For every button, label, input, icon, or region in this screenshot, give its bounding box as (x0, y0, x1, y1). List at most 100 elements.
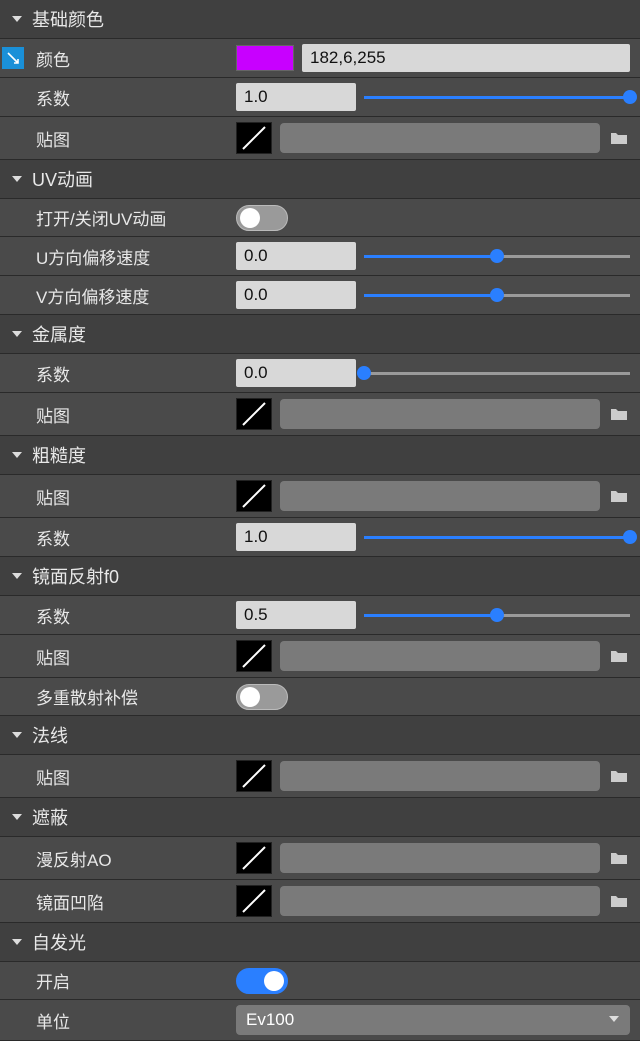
row-emission-enable: 开启 (0, 962, 640, 1000)
folder-icon[interactable] (608, 649, 630, 663)
section-header-uv-anim[interactable]: UV动画 (0, 160, 640, 199)
row-metallic-factor: 系数 (0, 354, 640, 393)
chevron-down-icon (10, 327, 24, 341)
map-label: 贴图 (36, 764, 236, 789)
emission-enable-label: 开启 (36, 968, 236, 993)
color-value-input[interactable] (302, 44, 630, 72)
folder-icon[interactable] (608, 894, 630, 908)
v-speed-label: V方向偏移速度 (36, 283, 236, 308)
section-title: 粗糙度 (32, 442, 86, 468)
row-normal-map: 贴图 (0, 755, 640, 798)
section-title: 遮蔽 (32, 804, 68, 830)
chevron-down-icon (10, 728, 24, 742)
folder-icon[interactable] (608, 851, 630, 865)
section-title: 法线 (32, 722, 68, 748)
v-speed-input[interactable] (236, 281, 356, 309)
folder-icon[interactable] (608, 489, 630, 503)
chevron-down-icon (608, 1010, 620, 1030)
color-swatch[interactable] (236, 45, 294, 71)
section-title: 基础颜色 (32, 6, 104, 32)
emission-enable-toggle[interactable] (236, 968, 288, 994)
section-header-emission[interactable]: 自发光 (0, 923, 640, 962)
map-preview-icon[interactable] (236, 398, 272, 430)
map-preview-icon[interactable] (236, 640, 272, 672)
map-preview-icon[interactable] (236, 480, 272, 512)
map-path-input[interactable] (280, 399, 600, 429)
row-specular-factor: 系数 (0, 596, 640, 635)
map-preview-icon[interactable] (236, 842, 272, 874)
map-preview-icon[interactable] (236, 885, 272, 917)
base-color-indicator-icon[interactable] (2, 47, 24, 69)
map-path-input[interactable] (280, 123, 600, 153)
chevron-down-icon (10, 569, 24, 583)
map-label: 贴图 (36, 126, 236, 151)
v-speed-slider[interactable] (364, 281, 630, 309)
factor-slider[interactable] (364, 359, 630, 387)
map-preview-icon[interactable] (236, 760, 272, 792)
row-uv-toggle: 打开/关闭UV动画 (0, 199, 640, 237)
factor-label: 系数 (36, 603, 236, 628)
u-speed-slider[interactable] (364, 242, 630, 270)
factor-slider[interactable] (364, 523, 630, 551)
row-diffuse-ao: 漫反射AO (0, 837, 640, 880)
factor-value-input[interactable] (236, 523, 356, 551)
factor-value-input[interactable] (236, 601, 356, 629)
factor-label: 系数 (36, 361, 236, 386)
row-base-color: 颜色 (0, 39, 640, 78)
map-label: 贴图 (36, 402, 236, 427)
row-metallic-map: 贴图 (0, 393, 640, 436)
row-specular-map: 贴图 (0, 635, 640, 678)
material-properties-panel: 基础颜色 颜色 系数 贴图 UV动画 打开/关闭UV动画 (0, 0, 640, 1041)
folder-icon[interactable] (608, 131, 630, 145)
row-ms-comp: 多重散射补偿 (0, 678, 640, 716)
map-path-input[interactable] (280, 886, 600, 916)
factor-label: 系数 (36, 85, 236, 110)
section-header-base-color[interactable]: 基础颜色 (0, 0, 640, 39)
chevron-down-icon (10, 810, 24, 824)
section-title: UV动画 (32, 166, 93, 192)
map-path-input[interactable] (280, 481, 600, 511)
map-preview-icon[interactable] (236, 122, 272, 154)
chevron-down-icon (10, 12, 24, 26)
u-speed-label: U方向偏移速度 (36, 244, 236, 269)
factor-value-input[interactable] (236, 83, 356, 111)
section-title: 镜面反射f0 (32, 563, 119, 589)
emission-unit-dropdown[interactable]: Ev100 (236, 1005, 630, 1035)
section-title: 自发光 (32, 929, 86, 955)
ms-comp-label: 多重散射补偿 (36, 684, 236, 709)
chevron-down-icon (10, 172, 24, 186)
row-base-factor: 系数 (0, 78, 640, 117)
map-path-input[interactable] (280, 641, 600, 671)
row-roughness-factor: 系数 (0, 518, 640, 557)
ms-comp-toggle[interactable] (236, 684, 288, 710)
uv-anim-toggle[interactable] (236, 205, 288, 231)
section-header-normal[interactable]: 法线 (0, 716, 640, 755)
factor-slider[interactable] (364, 83, 630, 111)
row-base-map: 贴图 (0, 117, 640, 160)
diffuse-ao-label: 漫反射AO (36, 846, 236, 871)
map-path-input[interactable] (280, 843, 600, 873)
emission-unit-label: 单位 (36, 1008, 236, 1033)
u-speed-input[interactable] (236, 242, 356, 270)
map-label: 贴图 (36, 484, 236, 509)
folder-icon[interactable] (608, 407, 630, 421)
section-header-specular-f0[interactable]: 镜面反射f0 (0, 557, 640, 596)
chevron-down-icon (10, 448, 24, 462)
section-header-metallic[interactable]: 金属度 (0, 315, 640, 354)
factor-label: 系数 (36, 525, 236, 550)
map-label: 贴图 (36, 644, 236, 669)
row-u-speed: U方向偏移速度 (0, 237, 640, 276)
folder-icon[interactable] (608, 769, 630, 783)
map-path-input[interactable] (280, 761, 600, 791)
section-header-roughness[interactable]: 粗糙度 (0, 436, 640, 475)
uv-toggle-label: 打开/关闭UV动画 (36, 205, 236, 230)
row-spec-occ: 镜面凹陷 (0, 880, 640, 923)
section-header-occlusion[interactable]: 遮蔽 (0, 798, 640, 837)
row-v-speed: V方向偏移速度 (0, 276, 640, 315)
row-emission-unit: 单位 Ev100 (0, 1000, 640, 1041)
spec-occ-label: 镜面凹陷 (36, 889, 236, 914)
dropdown-value: Ev100 (246, 1010, 294, 1030)
factor-value-input[interactable] (236, 359, 356, 387)
factor-slider[interactable] (364, 601, 630, 629)
chevron-down-icon (10, 935, 24, 949)
